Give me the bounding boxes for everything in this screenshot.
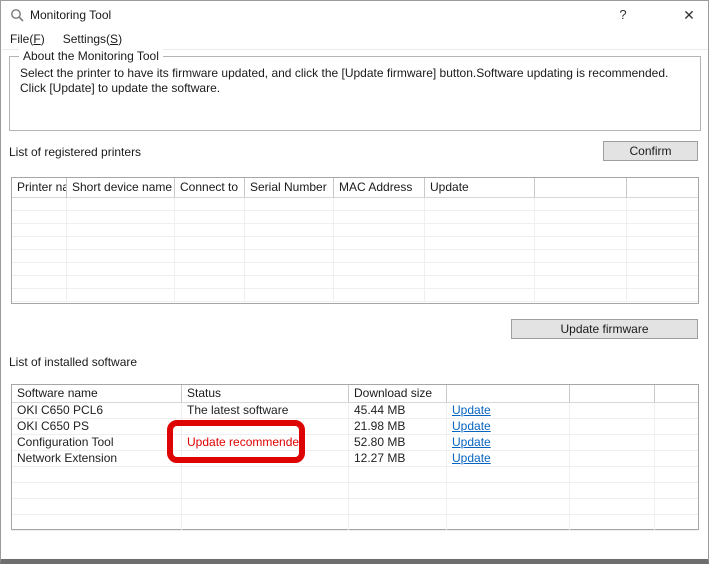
col-update[interactable]: Update <box>425 178 535 198</box>
printers-table-body <box>12 198 698 302</box>
about-groupbox: About the Monitoring Tool Select the pri… <box>9 56 701 131</box>
software-status <box>182 419 349 435</box>
table-row <box>12 289 698 302</box>
installed-software-table[interactable]: Software name Status Download size OKI C… <box>11 384 699 530</box>
update-link[interactable]: Update <box>452 419 491 433</box>
monitoring-tool-window: Monitoring Tool ? ✕ File(F) Settings(S) … <box>0 0 709 564</box>
col-download-size[interactable]: Download size <box>349 385 447 403</box>
download-size: 52.80 MB <box>349 435 447 451</box>
download-size: 45.44 MB <box>349 403 447 419</box>
col-software-name[interactable]: Software name <box>12 385 182 403</box>
software-name: Configuration Tool <box>12 435 182 451</box>
software-row-network-extension: Network Extension 12.27 MB Update <box>12 451 698 467</box>
table-row <box>12 276 698 289</box>
printers-table-header: Printer na... Short device name Connect … <box>12 178 698 198</box>
software-name: OKI C650 PCL6 <box>12 403 182 419</box>
table-row <box>12 211 698 224</box>
software-name: OKI C650 PS <box>12 419 182 435</box>
col-connect-to[interactable]: Connect to <box>175 178 245 198</box>
table-row <box>12 483 698 499</box>
magnifier-icon <box>10 8 24 22</box>
software-row-oki-c650-pcl6: OKI C650 PCL6 The latest software 45.44 … <box>12 403 698 419</box>
col-printer-name[interactable]: Printer na... <box>12 178 67 198</box>
title-bar: Monitoring Tool ? ✕ <box>1 1 708 29</box>
table-row <box>12 198 698 211</box>
registered-printers-table[interactable]: Printer na... Short device name Connect … <box>11 177 699 304</box>
col-mac-address[interactable]: MAC Address <box>334 178 425 198</box>
software-status-alert: Update recommended <box>182 435 349 451</box>
table-row <box>12 515 698 531</box>
software-row-configuration-tool: Configuration Tool Update recommended 52… <box>12 435 698 451</box>
download-size: 12.27 MB <box>349 451 447 467</box>
update-link[interactable]: Update <box>452 403 491 417</box>
menu-bar: File(F) Settings(S) <box>2 29 708 50</box>
registered-printers-label: List of registered printers <box>9 145 141 159</box>
table-row <box>12 250 698 263</box>
col-empty-2[interactable] <box>655 385 698 403</box>
col-update-link[interactable] <box>447 385 570 403</box>
about-groupbox-legend: About the Monitoring Tool <box>19 49 163 63</box>
table-row <box>12 237 698 250</box>
software-table-body: OKI C650 PCL6 The latest software 45.44 … <box>12 403 698 531</box>
col-empty-1[interactable] <box>535 178 627 198</box>
close-icon[interactable]: ✕ <box>673 1 705 29</box>
software-status: The latest software <box>182 403 349 419</box>
menu-file[interactable]: File(F) <box>2 29 54 50</box>
download-size: 21.98 MB <box>349 419 447 435</box>
menu-settings[interactable]: Settings(S) <box>54 29 131 50</box>
installed-software-label: List of installed software <box>9 355 137 369</box>
update-link[interactable]: Update <box>452 435 491 449</box>
software-table-header: Software name Status Download size <box>12 385 698 403</box>
help-button[interactable]: ? <box>607 1 639 29</box>
table-row <box>12 499 698 515</box>
table-row <box>12 467 698 483</box>
col-short-device-name[interactable]: Short device name <box>67 178 175 198</box>
software-status <box>182 451 349 467</box>
col-status[interactable]: Status <box>182 385 349 403</box>
update-link[interactable]: Update <box>452 451 491 465</box>
update-firmware-button[interactable]: Update firmware <box>511 319 698 339</box>
table-row <box>12 263 698 276</box>
table-row <box>12 224 698 237</box>
window-title: Monitoring Tool <box>30 1 111 29</box>
software-row-oki-c650-ps: OKI C650 PS 21.98 MB Update <box>12 419 698 435</box>
software-name: Network Extension <box>12 451 182 467</box>
col-serial-number[interactable]: Serial Number <box>245 178 334 198</box>
confirm-button[interactable]: Confirm <box>603 141 698 161</box>
col-empty-1[interactable] <box>570 385 655 403</box>
col-empty-2[interactable] <box>627 178 698 198</box>
